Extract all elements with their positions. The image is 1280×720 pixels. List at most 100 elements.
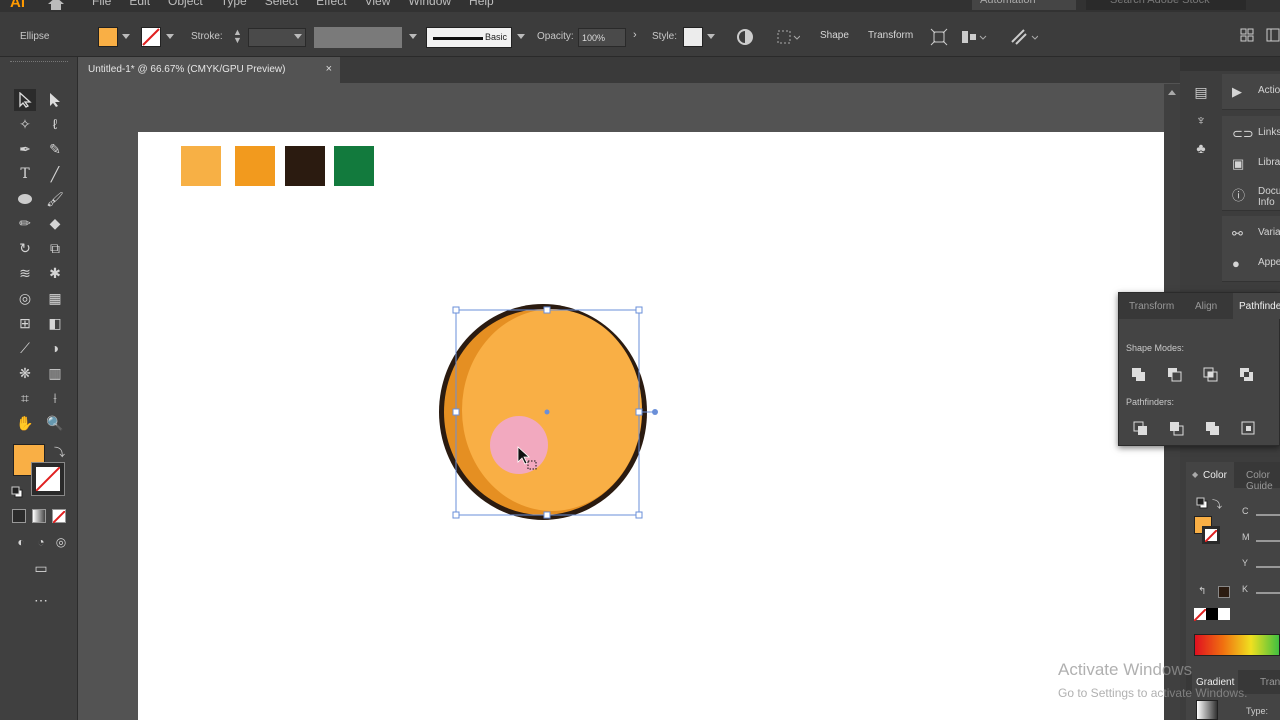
crop-icon[interactable]: [1241, 421, 1257, 437]
brush-definition[interactable]: Basic: [426, 27, 512, 48]
edit-toolbar-icon[interactable]: ⋯: [30, 589, 52, 611]
menu-view[interactable]: View: [365, 0, 391, 8]
width-tool-icon[interactable]: ≋: [14, 262, 36, 284]
toolbar-grip[interactable]: [10, 61, 68, 63]
selection-bounding-box[interactable]: [440, 300, 670, 530]
stroke-stepper-icon[interactable]: ▲ ▼: [233, 28, 242, 46]
color-swatch-light-orange[interactable]: [181, 146, 221, 186]
magic-wand-tool-icon[interactable]: ✧: [14, 113, 36, 135]
properties-icon[interactable]: ▤: [1192, 84, 1210, 102]
menu-edit[interactable]: Edit: [129, 0, 150, 8]
slider-c[interactable]: [1256, 514, 1280, 516]
eraser-tool-icon[interactable]: ◆: [44, 212, 66, 234]
none-swatch[interactable]: [1193, 608, 1207, 622]
curvature-tool-icon[interactable]: ✎: [44, 138, 66, 160]
mesh-tool-icon[interactable]: ⊞: [14, 312, 36, 334]
home-icon[interactable]: [46, 0, 66, 10]
minus-front-icon[interactable]: [1167, 367, 1183, 383]
align-objects-icon[interactable]: [960, 28, 988, 46]
swap-fill-stroke-icon[interactable]: ⤵: [54, 444, 65, 460]
opacity-input[interactable]: 100%: [578, 28, 626, 47]
menu-help[interactable]: Help: [469, 0, 494, 8]
recolor-artwork-icon[interactable]: [736, 28, 754, 46]
type-tool-icon[interactable]: T: [14, 163, 36, 185]
paintbrush-tool-icon[interactable]: 🖌: [44, 188, 66, 210]
eyedropper-tool-icon[interactable]: ⟋: [14, 337, 36, 359]
column-graph-tool-icon[interactable]: ▥: [44, 362, 66, 384]
lasso-tool-icon[interactable]: ℓ: [44, 113, 66, 135]
stroke-dropdown-icon[interactable]: [166, 34, 174, 39]
blend-tool-icon[interactable]: ◑: [44, 337, 66, 359]
symbol-sprayer-tool-icon[interactable]: ❋: [14, 362, 36, 384]
draw-normal-icon[interactable]: ◐: [10, 531, 32, 553]
intersect-icon[interactable]: [1203, 367, 1219, 383]
pencil-tool-icon[interactable]: ✏: [14, 212, 36, 234]
default-colors-icon[interactable]: [11, 485, 23, 498]
perspective-grid-tool-icon[interactable]: ▦: [44, 287, 66, 309]
slider-y[interactable]: [1256, 566, 1280, 568]
swap-colors-icon[interactable]: ⤵: [1212, 496, 1222, 511]
color-swatch-green[interactable]: [334, 146, 374, 186]
selection-tool-icon[interactable]: [14, 89, 36, 111]
variable-width-profile[interactable]: [314, 27, 402, 48]
panel-layout-icon[interactable]: [1266, 28, 1280, 42]
white-swatch[interactable]: [1218, 608, 1230, 620]
opacity-expand-icon[interactable]: ›: [633, 29, 637, 41]
puppet-warp-tool-icon[interactable]: ✱: [44, 262, 66, 284]
none-mode-icon[interactable]: [52, 509, 66, 524]
arrange-documents-icon[interactable]: [1240, 28, 1254, 42]
fill-dropdown-icon[interactable]: [122, 34, 130, 39]
tab-transform[interactable]: Transform: [1129, 301, 1174, 312]
stroke-color-box[interactable]: [31, 462, 65, 496]
dock-actions[interactable]: ▶Actions: [1222, 74, 1280, 110]
divide-icon[interactable]: [1133, 421, 1149, 437]
close-tab-icon[interactable]: ×: [326, 63, 332, 75]
fill-swatch[interactable]: [98, 27, 118, 47]
brush-dropdown-icon[interactable]: [517, 34, 525, 39]
line-segment-tool-icon[interactable]: ╱: [44, 163, 66, 185]
menu-object[interactable]: Object: [168, 0, 203, 8]
gradient-preview[interactable]: [1196, 700, 1218, 720]
color-swatch-dark-brown[interactable]: [285, 146, 325, 186]
direct-selection-tool-icon[interactable]: [44, 89, 66, 111]
style-dropdown-icon[interactable]: [707, 34, 715, 39]
align-grid-icon[interactable]: [776, 28, 800, 46]
out-of-gamut-icon[interactable]: ↰: [1198, 586, 1206, 597]
workspace-switcher[interactable]: Automation: [972, 0, 1076, 10]
color-spectrum[interactable]: [1194, 634, 1280, 656]
document-tab[interactable]: Untitled-1* @ 66.67% (CMYK/GPU Preview) …: [78, 57, 340, 83]
draw-inside-icon[interactable]: ◎: [50, 531, 72, 553]
gradient-tool-icon[interactable]: ◧: [44, 312, 66, 334]
screen-mode-icon[interactable]: ▭: [30, 557, 52, 579]
color-mode-icon[interactable]: [12, 509, 26, 523]
transform-button[interactable]: Transform: [868, 30, 913, 41]
scale-tool-icon[interactable]: ⧉: [44, 237, 66, 259]
menu-effect[interactable]: Effect: [316, 0, 346, 8]
menu-window[interactable]: Window: [408, 0, 451, 8]
rotate-tool-icon[interactable]: ↻: [14, 237, 36, 259]
ellipse-tool-icon[interactable]: [14, 188, 36, 210]
menu-file[interactable]: File: [92, 0, 111, 8]
distribute-icon[interactable]: [1010, 28, 1038, 46]
color-swatch-orange[interactable]: [235, 146, 275, 186]
stroke-weight-dropdown-icon[interactable]: [294, 34, 302, 39]
scroll-up-icon[interactable]: [1168, 90, 1176, 95]
symbols-icon[interactable]: ♣: [1192, 140, 1210, 158]
dock-document-info[interactable]: ⓘDocument Info: [1222, 175, 1280, 211]
last-color-swatch[interactable]: [1218, 586, 1230, 598]
panel-collapse-icon[interactable]: ◆: [1192, 470, 1198, 479]
tab-align[interactable]: Align: [1195, 301, 1217, 312]
slider-m[interactable]: [1256, 540, 1280, 542]
transform-each-icon[interactable]: [930, 28, 948, 46]
profile-dropdown-icon[interactable]: [409, 34, 417, 39]
default-colors-icon[interactable]: [1196, 496, 1208, 509]
zoom-tool-icon[interactable]: 🔍: [44, 412, 66, 434]
slice-tool-icon[interactable]: ⟊: [44, 387, 66, 409]
tab-transparency[interactable]: Transparency: [1260, 677, 1280, 688]
tab-color-guide[interactable]: Color Guide: [1246, 470, 1280, 492]
artboard-tool-icon[interactable]: ⌗: [14, 387, 36, 409]
exclude-icon[interactable]: [1239, 367, 1255, 383]
brushes-icon[interactable]: ♆: [1192, 112, 1210, 130]
black-swatch[interactable]: [1206, 608, 1218, 620]
tab-pathfinder[interactable]: Pathfinder: [1233, 293, 1280, 319]
